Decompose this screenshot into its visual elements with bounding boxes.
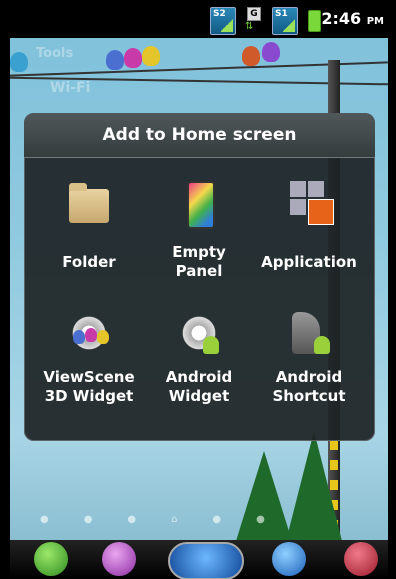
tree (236, 451, 292, 541)
home-screen: Tools Wi-Fi ● ● ● ⌂ ● ● S2 G ⇅ S1 2:46 PM… (10, 0, 388, 579)
empty-panel-icon (187, 181, 215, 229)
apps-icon[interactable] (344, 542, 378, 576)
application-icon (290, 181, 334, 225)
bird-icon (262, 42, 280, 62)
viewscene-icon (69, 312, 109, 354)
dialog-title: Add to Home screen (24, 113, 375, 158)
phone-icon[interactable] (34, 542, 68, 576)
battery-icon (308, 10, 321, 32)
bird-icon (106, 50, 124, 70)
tools-widget-label: Tools (36, 46, 74, 61)
messaging-icon[interactable] (102, 542, 136, 576)
status-bar: S2 G ⇅ S1 2:46 PM (10, 0, 388, 38)
wifi-widget-label: Wi-Fi (50, 80, 91, 96)
android-shortcut-icon (292, 312, 330, 354)
home-birds-icon[interactable] (168, 542, 244, 579)
signal-icon: S2 (210, 7, 236, 35)
android-shortcut-option[interactable]: Android Shortcut (254, 308, 364, 418)
page-indicator: ● ● ● ⌂ ● ● (40, 514, 265, 525)
empty-panel-option[interactable]: Empty Panel (144, 173, 254, 283)
add-to-home-dialog: Add to Home screen Folder Empty Panel Ap… (24, 113, 375, 441)
folder-option[interactable]: Folder (34, 173, 144, 283)
dock-bar (10, 540, 388, 579)
android-widget-icon (179, 312, 219, 354)
folder-icon (69, 183, 109, 223)
android-widget-option[interactable]: Android Widget (144, 308, 254, 418)
bird-icon (142, 46, 160, 66)
bird-icon (124, 48, 142, 68)
application-option[interactable]: Application (254, 173, 364, 283)
clock: 2:46 PM (321, 9, 384, 28)
bird-icon (242, 46, 260, 66)
viewscene-option[interactable]: ViewScene 3D Widget (34, 308, 144, 418)
bird-icon (10, 52, 28, 72)
tree (286, 431, 342, 541)
browser-icon[interactable] (272, 542, 306, 576)
signal-icon: S1 (272, 7, 298, 35)
data-icon: G ⇅ (241, 7, 265, 33)
